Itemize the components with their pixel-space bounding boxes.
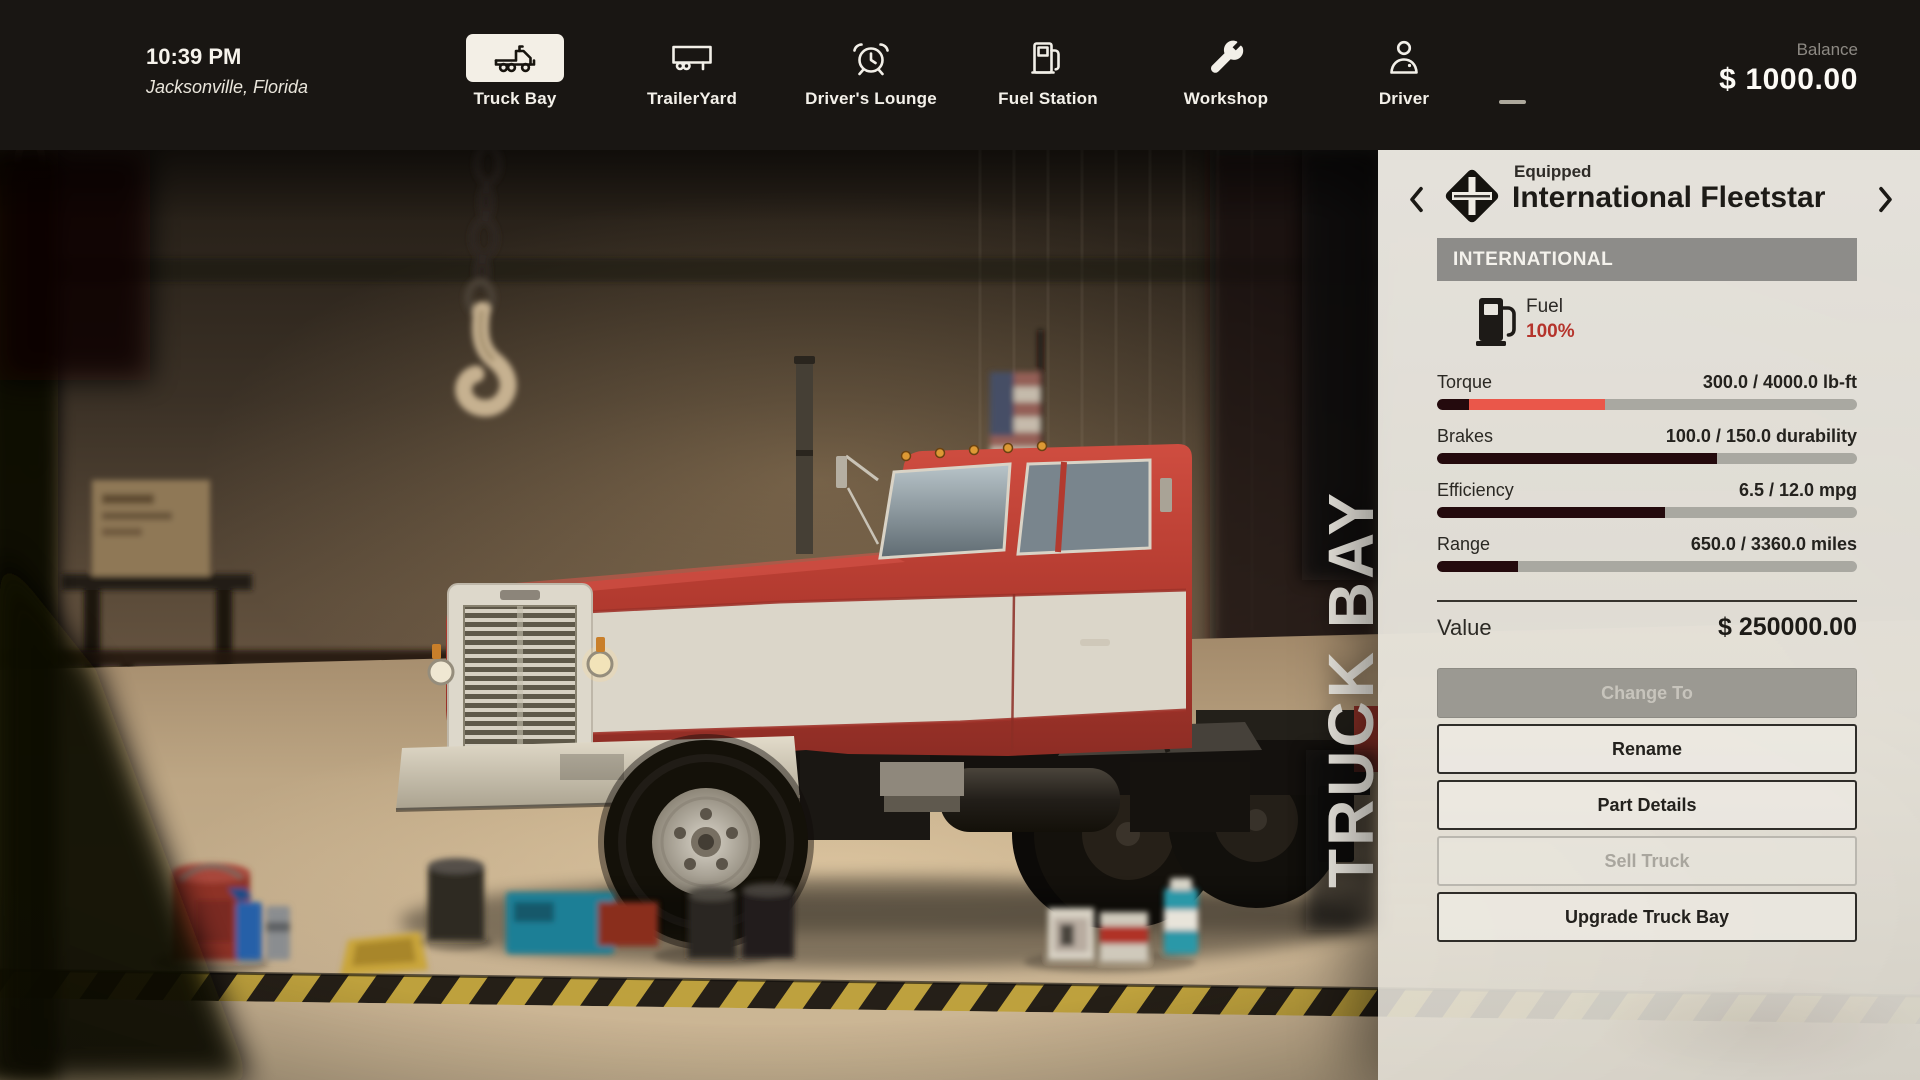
stat-range: Range 650.0 / 3360.0 miles	[1437, 534, 1857, 572]
stat-bar	[1437, 507, 1857, 518]
stat-value: 100.0 / 150.0 durability	[1666, 426, 1857, 446]
value-amount: $ 250000.00	[1718, 613, 1857, 642]
stat-bar	[1437, 399, 1857, 410]
nav-underscore	[1499, 100, 1526, 104]
stat-torque: Torque 300.0 / 4000.0 lb-ft	[1437, 372, 1857, 410]
divider	[1437, 600, 1857, 602]
tab-traileryard[interactable]: TrailerYard	[607, 34, 777, 109]
truck-details-panel: Equipped International Fleetstar INTERNA…	[1378, 150, 1920, 1080]
stat-label: Range	[1437, 534, 1490, 554]
truck-stats: Torque 300.0 / 4000.0 lb-ft Brakes 100.0…	[1437, 372, 1857, 588]
balance-block: Balance $ 1000.00	[1719, 40, 1858, 97]
active-tab-pill	[466, 34, 564, 82]
top-nav-bar: 10:39 PM Jacksonville, Florida Truck Bay	[0, 0, 1920, 150]
tab-label: Driver's Lounge	[805, 89, 937, 109]
tab-truck-bay[interactable]: Truck Bay	[430, 34, 600, 109]
fuel-value: 100%	[1526, 321, 1575, 343]
tab-label: Truck Bay	[473, 89, 556, 109]
upgrade-truck-bay-button[interactable]: Upgrade Truck Bay	[1437, 892, 1857, 942]
stat-efficiency: Efficiency 6.5 / 12.0 mpg	[1437, 480, 1857, 518]
change-to-button[interactable]: Change To	[1437, 668, 1857, 718]
sell-truck-button[interactable]: Sell Truck	[1437, 836, 1857, 886]
stat-brakes: Brakes 100.0 / 150.0 durability	[1437, 426, 1857, 464]
value-label: Value	[1437, 615, 1492, 641]
time-location-block: 10:39 PM Jacksonville, Florida	[146, 44, 308, 98]
fuel-pump-icon	[1025, 36, 1071, 80]
action-buttons: Change To Rename Part Details Sell Truck…	[1437, 668, 1857, 948]
trailer-icon	[669, 36, 715, 80]
tab-label: Workshop	[1184, 89, 1268, 109]
previous-truck-chevron-icon[interactable]	[1408, 186, 1425, 213]
tab-label: Driver	[1379, 89, 1429, 109]
next-truck-chevron-icon[interactable]	[1877, 186, 1894, 213]
fuel-gauge-icon	[1476, 294, 1518, 348]
value-row: Value $ 250000.00	[1437, 613, 1857, 642]
truck-name: International Fleetstar	[1512, 181, 1825, 215]
stat-label: Brakes	[1437, 426, 1493, 446]
brand-badge: INTERNATIONAL	[1437, 238, 1857, 281]
stat-value: 650.0 / 3360.0 miles	[1691, 534, 1857, 554]
international-logo-icon	[1440, 164, 1504, 228]
tab-workshop[interactable]: Workshop	[1141, 34, 1311, 109]
fuel-label: Fuel	[1526, 296, 1563, 318]
rename-button[interactable]: Rename	[1437, 724, 1857, 774]
truck-bay-watermark: TRUCK BAY	[1314, 490, 1388, 888]
equipped-label: Equipped	[1514, 162, 1591, 182]
location-text: Jacksonville, Florida	[146, 77, 308, 98]
stat-value: 6.5 / 12.0 mpg	[1739, 480, 1857, 500]
clock-time: 10:39 PM	[146, 44, 308, 70]
stat-value: 300.0 / 4000.0 lb-ft	[1703, 372, 1857, 392]
wrench-icon	[1203, 36, 1249, 80]
stat-label: Efficiency	[1437, 480, 1514, 500]
stat-bar	[1437, 453, 1857, 464]
tab-fuel-station[interactable]: Fuel Station	[963, 34, 1133, 109]
part-details-button[interactable]: Part Details	[1437, 780, 1857, 830]
tab-label: TrailerYard	[647, 89, 737, 109]
balance-label: Balance	[1719, 40, 1858, 60]
tab-driver[interactable]: Driver	[1319, 34, 1489, 109]
stat-label: Torque	[1437, 372, 1492, 392]
game-screen: TRUCK BAY 10:39 PM Jacksonville, Florida…	[0, 0, 1920, 1080]
brand-badge-text: INTERNATIONAL	[1453, 249, 1613, 271]
stat-bar	[1437, 561, 1857, 572]
truck-icon	[492, 36, 538, 80]
driver-icon	[1381, 36, 1427, 80]
tab-label: Fuel Station	[998, 89, 1098, 109]
balance-value: $ 1000.00	[1719, 63, 1858, 97]
tab-drivers-lounge[interactable]: Driver's Lounge	[786, 34, 956, 109]
alarm-clock-icon	[848, 36, 894, 80]
